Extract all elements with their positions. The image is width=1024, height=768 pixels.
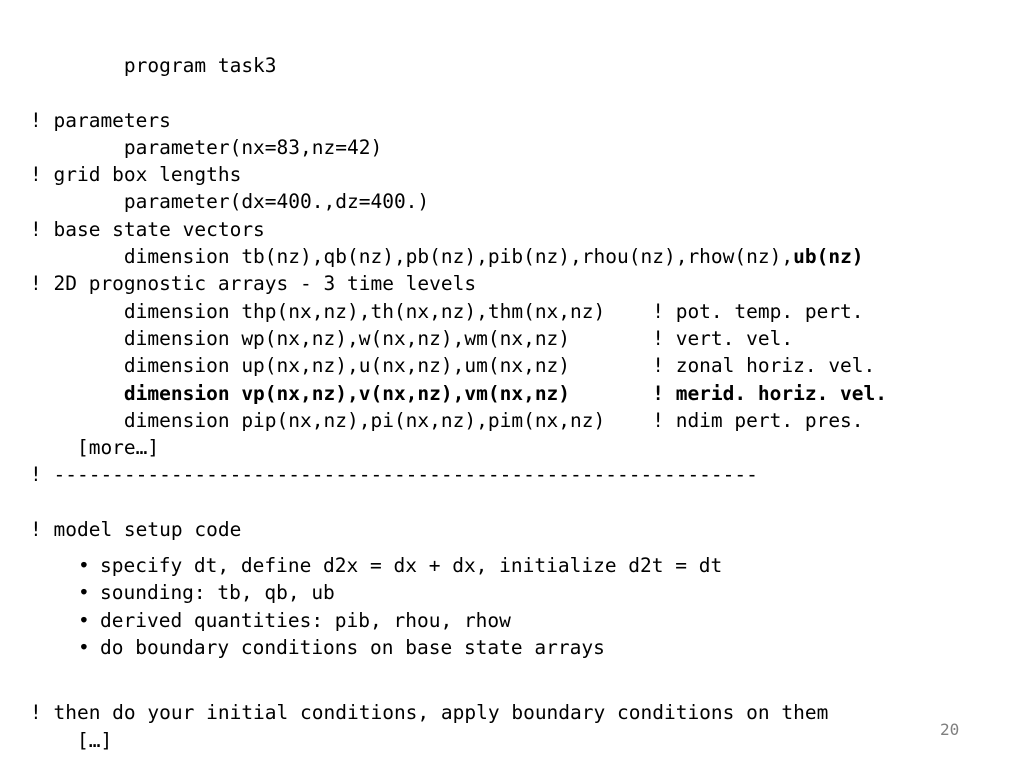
code-emphasis: ub(nz)	[793, 245, 864, 269]
bullet-dot-icon: •	[78, 608, 90, 632]
list-item-label: specify dt, define d2x = dx + dx, initia…	[100, 554, 723, 577]
code-line: program task3	[30, 54, 277, 77]
list-item-label: sounding: tb, qb, ub	[100, 581, 335, 605]
code-line: ! grid box lengths	[30, 163, 242, 187]
code-line: […]	[30, 728, 113, 752]
code-line: ! base state vectors	[30, 217, 265, 241]
code-listing-bottom: ! then do your initial conditions, apply…	[30, 672, 1010, 754]
code-line: dimension pip(nx,nz),pi(nx,nz),pim(nx,nz…	[30, 408, 864, 432]
code-line: dimension vp(nx,nz),v(nx,nz),vm(nx,nz) !…	[30, 381, 888, 405]
code-line: dimension wp(nx,nz),w(nx,nz),wm(nx,nz) !…	[30, 326, 794, 350]
slide-canvas: program task3 ! parameters parameter(nx=…	[0, 0, 1024, 768]
code-line: ! then do your initial conditions, apply…	[30, 701, 829, 725]
code-line: [more…]	[30, 436, 160, 460]
list-item-label: do boundary conditions on base state arr…	[100, 635, 605, 659]
setup-bullet-list: • specify dt, define d2x = dx + dx, initi…	[78, 552, 722, 661]
code-line: parameter(dx=400.,dz=400.)	[30, 190, 430, 214]
page-number: 20	[940, 720, 960, 739]
code-line: dimension up(nx,nz),u(nx,nz),um(nx,nz) !…	[30, 354, 876, 378]
code-line: ! 2D prognostic arrays - 3 time levels	[30, 272, 477, 296]
code-line: ! model setup code	[30, 518, 242, 542]
list-item-label: derived quantities: pib, rhou, rhow	[100, 608, 511, 632]
bullet-dot-icon: •	[78, 581, 90, 605]
code-listing-top: program task3 ! parameters parameter(nx=…	[30, 52, 1010, 543]
code-line: parameter(nx=83,nz=42)	[30, 135, 383, 159]
list-item: • do boundary conditions on base state ar…	[78, 634, 722, 661]
list-item: • derived quantities: pib, rhou, rhow	[78, 607, 722, 634]
code-line: dimension thp(nx,nz),th(nx,nz),thm(nx,nz…	[30, 299, 864, 323]
code-line: ! --------------------------------------…	[30, 463, 758, 487]
code-line: ! parameters	[30, 108, 171, 132]
code-line: dimension tb(nz),qb(nz),pb(nz),pib(nz),r…	[30, 245, 864, 269]
bullet-dot-icon: •	[78, 635, 90, 659]
list-item: • sounding: tb, qb, ub	[78, 579, 722, 606]
bullet-dot-icon: •	[78, 554, 90, 577]
list-item: • specify dt, define d2x = dx + dx, initi…	[78, 552, 722, 579]
